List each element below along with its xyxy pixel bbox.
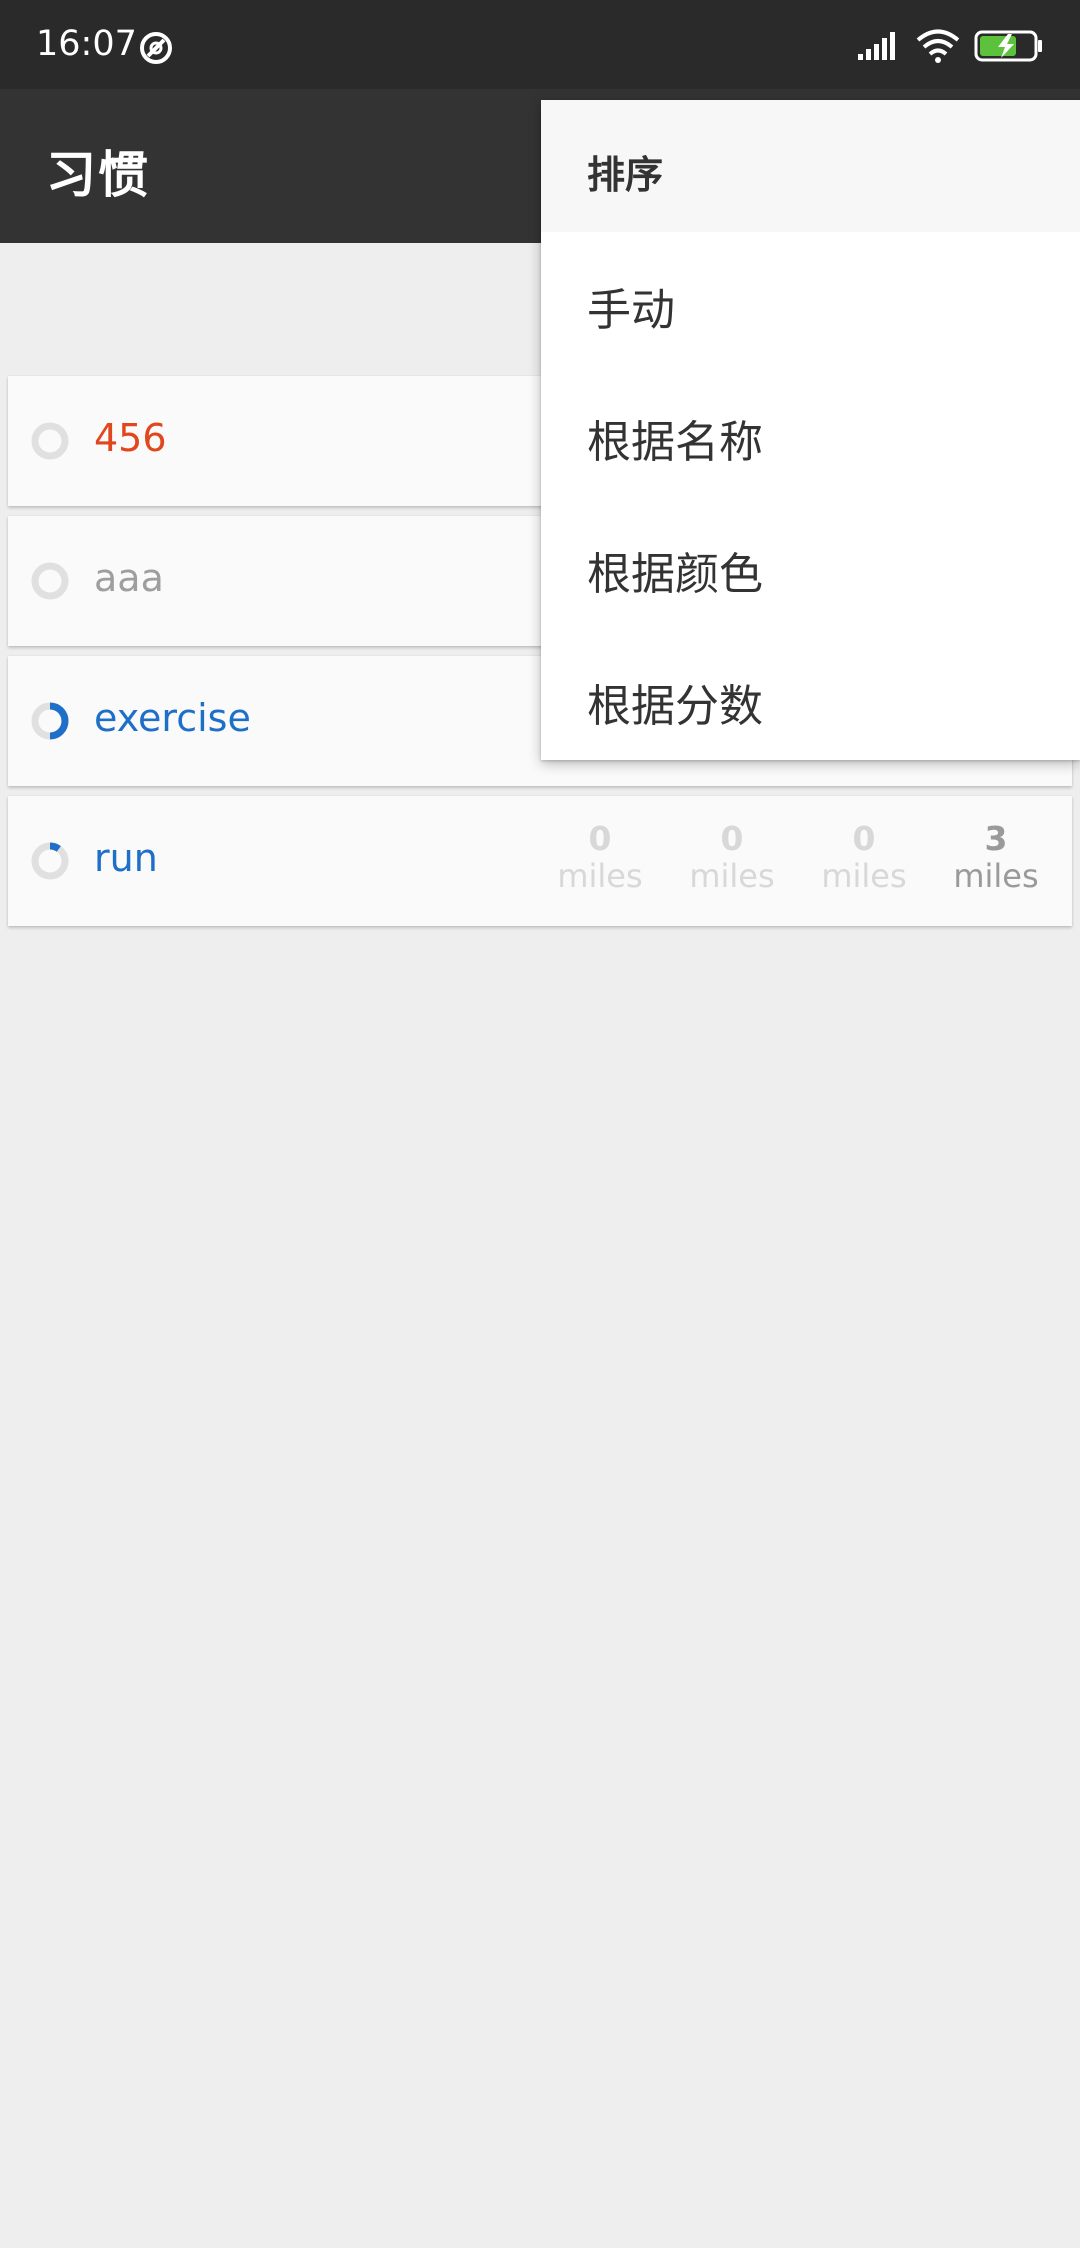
sort-option-manual[interactable]: 手动 [541,232,1080,364]
habit-name: aaa [94,556,164,600]
menu-item-label: 手动 [587,285,675,336]
checkmark-unit: miles [953,856,1039,895]
status-bar: 16:07 [0,0,1080,89]
checkmark-unit: miles [689,856,775,895]
menu-item-label: 根据名称 [587,417,763,468]
sort-option-by-name[interactable]: 根据名称 [541,364,1080,496]
sort-option-by-color[interactable]: 根据颜色 [541,496,1080,628]
menu-item-label: 根据颜色 [587,549,763,600]
sort-option-by-score[interactable]: 根据分数 [541,628,1080,760]
checkmark-unit: miles [821,856,907,895]
checkmark-columns: 0 miles 0 miles 0 miles 3 miles [534,820,1062,895]
habit-score-ring-icon [31,562,69,600]
notification-app-icon [140,32,172,64]
sort-menu-header: 排序 [541,100,1080,232]
habit-name: exercise [94,696,251,740]
cellular-signal-icon [858,32,895,60]
checkmark-value: 0 [852,819,876,858]
battery-charging-icon [974,30,1042,62]
checkmark-cell[interactable]: 0 miles [534,820,666,895]
checkmark-cell[interactable]: 0 miles [666,820,798,895]
habit-score-ring-icon [31,422,69,460]
habit-row[interactable]: run 0 miles 0 miles 0 miles 3 miles [8,796,1072,926]
checkmark-value: 0 [588,819,612,858]
sort-menu-title: 排序 [587,153,664,197]
checkmark-cell[interactable]: 0 miles [798,820,930,895]
habit-score-ring-icon [31,702,69,740]
checkmark-cell[interactable]: 3 miles [930,820,1062,895]
habit-name: 456 [94,416,167,460]
habit-name: run [94,836,158,880]
checkmark-unit: miles [557,856,643,895]
checkmark-value: 0 [720,819,744,858]
sort-popup-menu: 排序 手动 根据名称 根据颜色 根据分数 [541,100,1080,760]
page-title: 习惯 [46,146,150,204]
menu-item-label: 根据分数 [587,681,763,732]
habit-score-ring-icon [31,842,69,880]
status-time: 16:07 [36,24,137,64]
wifi-icon [916,29,960,63]
checkmark-value: 3 [984,819,1008,858]
